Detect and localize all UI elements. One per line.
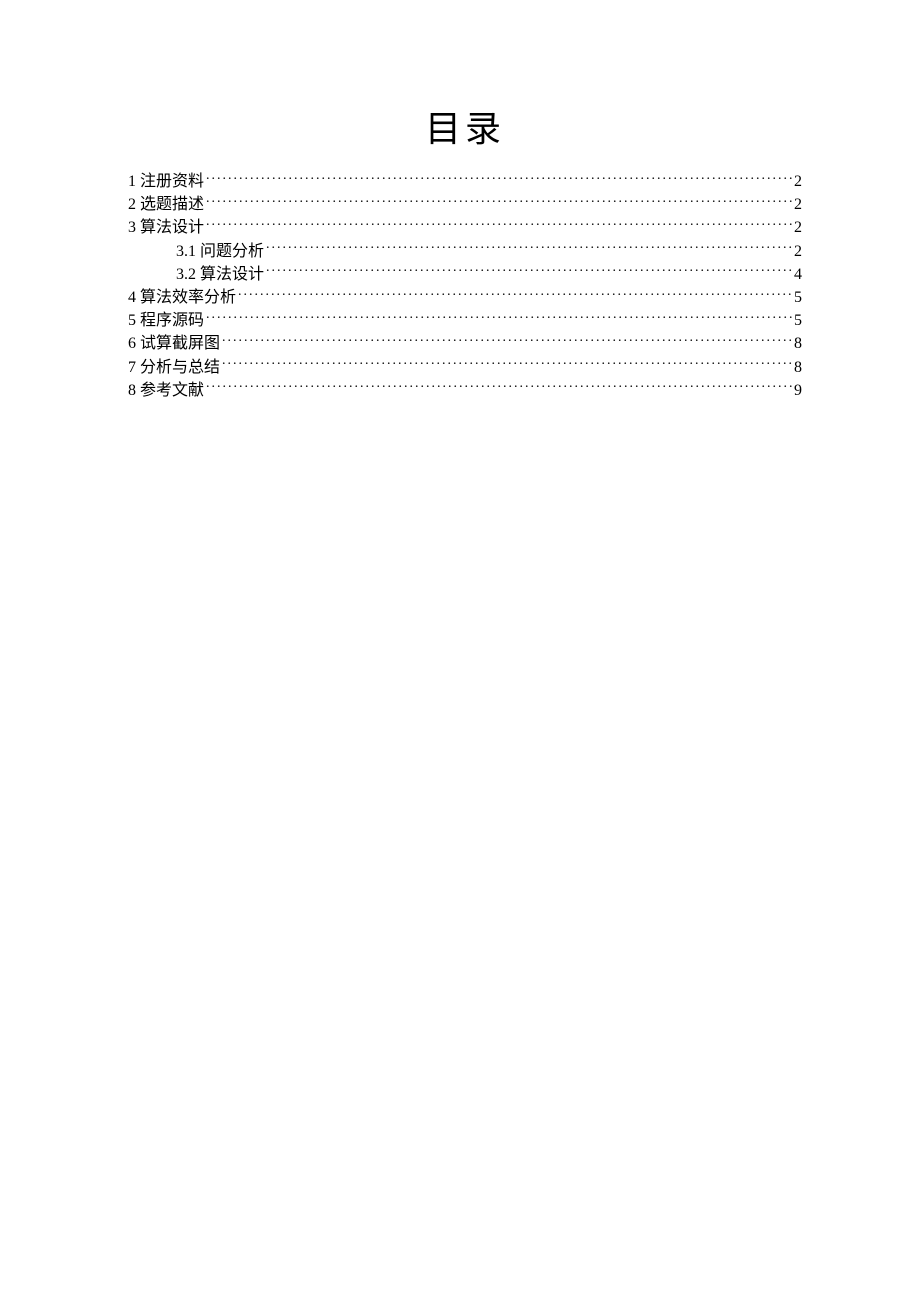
toc-leader-dots [266,240,792,256]
toc-entry-label: 6 试算截屏图 [128,332,220,355]
toc-entry: 8 参考文献 9 [128,379,802,402]
toc-entry: 4 算法效率分析 5 [128,286,802,309]
toc-entry-label: 8 参考文献 [128,379,204,402]
toc-entry: 6 试算截屏图 8 [128,332,802,355]
toc-entry-page: 2 [794,170,802,193]
toc-entry-label: 3 算法设计 [128,216,204,239]
toc-entry: 1 注册资料 2 [128,170,802,193]
toc-leader-dots [206,309,792,325]
toc-entry: 7 分析与总结 8 [128,356,802,379]
toc-entry: 3.2 算法设计 4 [128,263,802,286]
toc-title: 目录 [128,100,802,152]
toc-entry-page: 2 [794,240,802,263]
toc-entry-label: 5 程序源码 [128,309,204,332]
toc-list: 1 注册资料 2 2 选题描述 2 3 算法设计 2 3.1 问题分析 2 3.… [128,170,802,402]
toc-entry-page: 8 [794,356,802,379]
toc-leader-dots [206,170,792,186]
toc-entry-page: 5 [794,309,802,332]
toc-leader-dots [222,356,792,372]
toc-entry-label: 7 分析与总结 [128,356,220,379]
toc-entry: 3 算法设计 2 [128,216,802,239]
toc-entry-label: 3.2 算法设计 [176,263,264,286]
toc-entry-label: 2 选题描述 [128,193,204,216]
toc-entry: 3.1 问题分析 2 [128,240,802,263]
toc-entry-label: 1 注册资料 [128,170,204,193]
toc-leader-dots [206,379,792,395]
toc-entry: 5 程序源码 5 [128,309,802,332]
toc-entry-page: 5 [794,286,802,309]
toc-leader-dots [206,193,792,209]
toc-entry-label: 3.1 问题分析 [176,240,264,263]
toc-entry-page: 2 [794,193,802,216]
toc-entry-page: 4 [794,263,802,286]
toc-leader-dots [222,332,792,348]
toc-entry-page: 8 [794,332,802,355]
toc-entry-page: 9 [794,379,802,402]
toc-entry: 2 选题描述 2 [128,193,802,216]
toc-leader-dots [266,263,792,279]
toc-entry-page: 2 [794,216,802,239]
toc-leader-dots [238,286,792,302]
toc-leader-dots [206,216,792,232]
toc-entry-label: 4 算法效率分析 [128,286,236,309]
